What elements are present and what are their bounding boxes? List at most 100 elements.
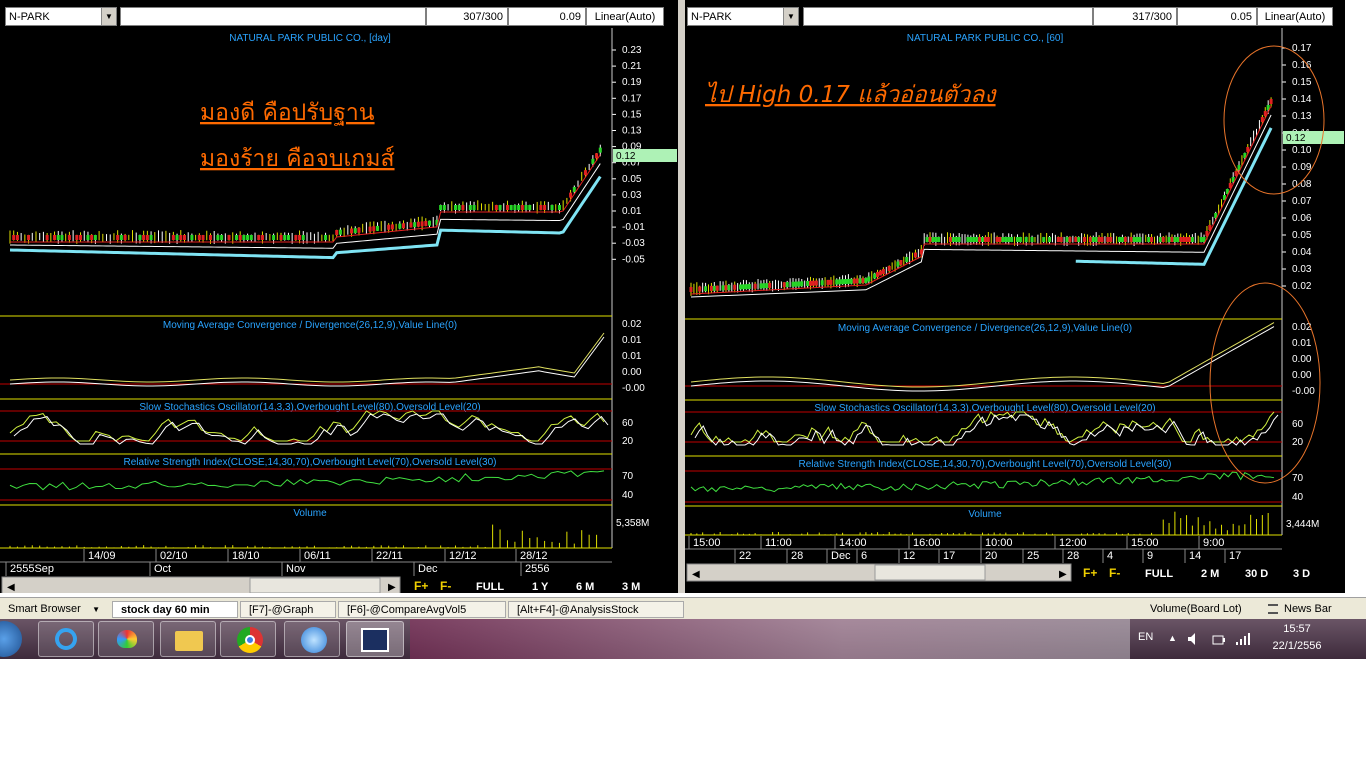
candle-body — [814, 280, 818, 286]
smart-browser-button[interactable]: Smart Browser ▼ — [0, 601, 104, 618]
left-scale[interactable]: Linear(Auto) — [586, 7, 664, 26]
news-icon — [1268, 604, 1278, 614]
speaker-icon[interactable] — [1188, 632, 1200, 645]
candle-body — [543, 205, 547, 210]
candle-body — [67, 235, 71, 240]
candle-body — [785, 282, 789, 288]
language-indicator[interactable]: EN — [1138, 631, 1153, 643]
range-button-2m: 2 M — [1201, 568, 1219, 580]
tab-stock-day-60min[interactable]: stock day 60 min — [112, 601, 238, 618]
annotation-high: ไป High 0.17 แล้วอ่อนตัวลง — [705, 81, 997, 108]
date-label: 22/11 — [376, 550, 403, 562]
volume-board-lot[interactable]: Volume(Board Lot) — [1142, 601, 1256, 618]
tray-expand-icon[interactable]: ▲ — [1168, 633, 1177, 643]
candle-body — [981, 237, 984, 242]
workspace-tab-bar: Smart Browser ▼ stock day 60 min [F7]-@G… — [0, 597, 1366, 620]
candle-body — [119, 235, 123, 240]
candle-body — [1100, 237, 1104, 242]
tab-analysis-stock[interactable]: [Alt+F4]-@AnalysisStock — [508, 601, 684, 618]
news-bar-button[interactable]: News Bar — [1262, 601, 1352, 618]
trading-app-icon[interactable] — [346, 621, 404, 657]
candle-body — [1167, 237, 1171, 242]
paint-icon[interactable] — [98, 621, 154, 657]
candle-body — [794, 281, 798, 287]
start-button-icon[interactable] — [0, 621, 22, 657]
clock-date[interactable]: 22/1/2556 — [1264, 640, 1330, 652]
chevron-down-icon[interactable]: ▼ — [783, 8, 798, 25]
date-label: 20 — [985, 550, 997, 562]
candle-body — [1083, 237, 1087, 242]
candle-body — [966, 237, 970, 242]
date-label: Nov — [286, 563, 306, 575]
candle-body — [301, 235, 305, 240]
network-icon[interactable] — [1236, 632, 1250, 645]
candle-body — [1269, 99, 1273, 104]
window-divider[interactable] — [678, 0, 685, 593]
right-chart-canvas: NATURAL PARK PUBLIC CO., [60]0.170.160.1… — [685, 28, 1344, 582]
candle-body — [513, 205, 517, 210]
candle-body — [93, 235, 97, 240]
stochastic-axis-label: 20 — [622, 436, 634, 447]
candle-body — [712, 285, 716, 291]
itunes-icon[interactable] — [284, 621, 340, 657]
candle-body — [1068, 237, 1072, 242]
candle-body — [286, 235, 290, 240]
clock-time[interactable]: 15:57 — [1264, 623, 1330, 635]
candle-body — [12, 235, 16, 240]
candle-body — [1118, 237, 1122, 242]
left-count: 307/300 — [426, 7, 508, 26]
stochastic-axis-label: 20 — [1292, 437, 1304, 448]
candle-body — [520, 205, 524, 210]
right-symbol-combo[interactable]: N-PARK ▼ — [687, 7, 799, 26]
power-icon[interactable] — [1212, 632, 1226, 645]
right-scale[interactable]: Linear(Auto) — [1257, 7, 1333, 26]
candle-body — [978, 237, 982, 242]
candle-body — [1170, 237, 1174, 242]
candle-body — [472, 205, 476, 210]
candle-body — [951, 237, 955, 242]
candle-body — [864, 278, 868, 283]
stochastic-axis-label: 60 — [1292, 419, 1304, 430]
volume-title: Volume — [968, 509, 1002, 520]
price-axis-label: -0.03 — [622, 238, 645, 249]
candle-body — [1088, 237, 1092, 242]
candle-body — [75, 235, 79, 240]
price-axis-label: 0.09 — [1292, 162, 1312, 173]
chevron-down-icon[interactable]: ▼ — [101, 8, 116, 25]
candle-body — [457, 205, 461, 210]
internet-explorer-icon[interactable] — [38, 621, 94, 657]
candle-body — [1138, 237, 1142, 242]
chevron-down-icon[interactable]: ▼ — [92, 601, 100, 618]
price-axis-label: 0.17 — [622, 93, 642, 104]
candle-body — [249, 235, 253, 240]
chart-title: NATURAL PARK PUBLIC CO., [60] — [907, 33, 1064, 44]
price-axis-label: 0.14 — [1292, 94, 1312, 105]
candle-body — [826, 279, 830, 285]
candle-body — [739, 284, 743, 290]
candle-body — [858, 278, 862, 284]
candle-body — [1158, 237, 1162, 242]
file-explorer-icon[interactable] — [160, 621, 216, 657]
candle-body — [899, 260, 903, 265]
windows-taskbar: EN ▲ 15:57 22/1/2556 — [0, 619, 1366, 659]
price-axis-label: 0.04 — [1292, 247, 1312, 258]
tab-compare-avg-vol[interactable]: [F6]-@CompareAvgVol5 — [338, 601, 506, 618]
candle-body — [413, 222, 417, 228]
left-symbol-combo[interactable]: N-PARK ▼ — [5, 7, 117, 26]
chrome-icon[interactable] — [220, 621, 276, 657]
candle-body — [428, 220, 432, 226]
candle-body — [733, 284, 737, 290]
candle-body — [468, 205, 472, 210]
price-axis-label: 0.19 — [622, 77, 642, 88]
date-label: 17 — [1229, 550, 1241, 562]
tab-graph[interactable]: [F7]-@Graph — [240, 601, 336, 618]
candle-body — [402, 223, 406, 229]
date-label: 14 — [1189, 550, 1201, 562]
candle-body — [123, 235, 127, 240]
price-axis-label: 0.15 — [622, 109, 642, 120]
candle-body — [272, 235, 276, 240]
price-axis-label: 0.13 — [1292, 111, 1312, 122]
price-axis-label: 0.02 — [1292, 281, 1312, 292]
candle-body — [598, 147, 602, 153]
date-label: 25 — [1027, 550, 1039, 562]
